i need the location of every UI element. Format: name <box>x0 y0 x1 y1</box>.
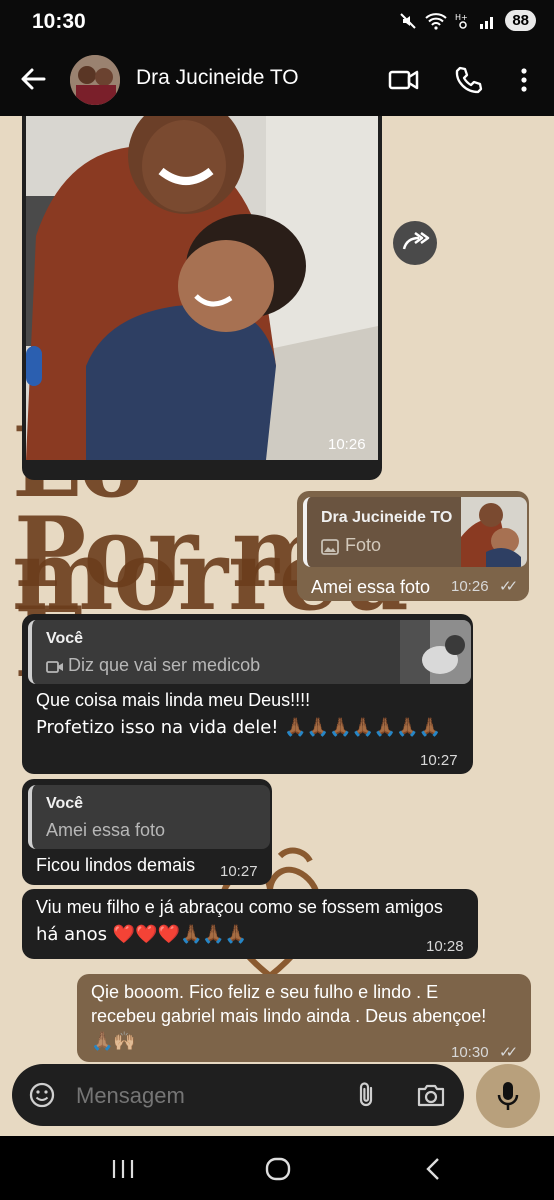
video-icon <box>46 661 63 673</box>
status-bar: 10:30 H+ 88 <box>0 0 554 46</box>
message-photo[interactable] <box>26 116 378 460</box>
forward-button[interactable] <box>393 221 437 265</box>
back-icon[interactable] <box>18 64 48 94</box>
system-back-icon[interactable] <box>422 1156 444 1182</box>
message-text: Profetizo isso na vida dele! 🙏🏾🙏🏾🙏🏾🙏🏾🙏🏾🙏… <box>36 717 442 738</box>
message-time: 10:28 <box>426 938 464 955</box>
avatar[interactable] <box>70 55 120 105</box>
chat-header: Dra Jucineide TO <box>0 46 554 116</box>
quote-text: Amei essa foto <box>46 820 166 840</box>
home-icon[interactable] <box>264 1156 292 1182</box>
quote-thumbnail <box>461 497 527 567</box>
mic-icon <box>497 1082 519 1110</box>
message-bubble-incoming[interactable]: Você Amei essa foto Ficou lindos demais … <box>22 779 272 885</box>
battery-badge: 88 <box>505 10 536 31</box>
quote-author: Dra Jucineide TO <box>321 509 453 526</box>
video-call-icon[interactable] <box>388 64 420 96</box>
quote-thumbnail <box>400 620 471 684</box>
message-text: Ficou lindos demais <box>36 855 196 875</box>
quoted-message[interactable]: Dra Jucineide TO Foto <box>303 497 527 567</box>
message-composer[interactable] <box>12 1064 464 1126</box>
message-input[interactable] <box>74 1079 338 1113</box>
message-time: 10:27 <box>420 752 458 769</box>
contact-name[interactable]: Dra Jucineide TO <box>136 66 299 90</box>
message-bubble-incoming[interactable]: Você Diz que vai ser medicob Que coisa m… <box>22 614 473 774</box>
message-text: há anos ❤️❤️❤️🙏🏾🙏🏾🙏🏾 <box>36 924 248 945</box>
signal-icon <box>480 16 494 29</box>
quote-author: Você <box>46 630 84 647</box>
wifi-icon <box>425 12 447 30</box>
message-bubble-incoming[interactable]: Viu meu filho e já abraçou como se fosse… <box>22 889 478 959</box>
quoted-message[interactable]: Você Diz que vai ser medicob <box>28 620 471 684</box>
message-text: recebeu gabriel mais lindo ainda . Deus … <box>91 1006 487 1026</box>
message-time: 10:26 <box>451 578 489 595</box>
more-icon[interactable] <box>508 64 540 96</box>
status-icons: H+ 88 <box>399 10 536 31</box>
message-bubble-outgoing[interactable]: Qie booom. Fico feliz e seu fulho e lind… <box>77 974 531 1062</box>
image-message[interactable]: 10:26 <box>22 116 382 480</box>
message-text: Que coisa mais linda meu Deus!!!! <box>36 690 311 710</box>
quoted-message[interactable]: Você Amei essa foto <box>28 785 270 849</box>
attach-icon[interactable] <box>354 1081 380 1109</box>
data-icon: H+ <box>455 13 468 29</box>
chat-area[interactable]: Lo morreu Por mi E 10:26 Dra Jucineide T… <box>0 116 554 1136</box>
quote-text: Diz que vai ser medicob <box>68 655 261 675</box>
message-text: 🙏🏽🙌🏼 <box>91 1031 136 1052</box>
message-text: Amei essa foto <box>311 577 431 597</box>
emoji-icon[interactable] <box>28 1081 56 1109</box>
message-time: 10:27 <box>220 863 258 880</box>
photo-icon <box>321 539 339 555</box>
message-text: Viu meu filho e já abraçou como se fosse… <box>36 897 443 917</box>
mic-button[interactable] <box>476 1064 540 1128</box>
read-ticks-icon: ✓✓ <box>499 578 518 595</box>
message-time: 10:26 <box>328 436 366 453</box>
message-time: 10:30 <box>451 1044 489 1061</box>
camera-icon[interactable] <box>416 1081 446 1109</box>
forward-icon <box>402 231 430 250</box>
system-nav-bar <box>0 1136 554 1200</box>
svg-text:H+: H+ <box>455 13 468 22</box>
message-bubble-outgoing[interactable]: Dra Jucineide TO Foto Amei essa foto 10:… <box>297 491 529 601</box>
quote-text: Foto <box>345 535 382 555</box>
read-ticks-icon: ✓✓ <box>499 1044 518 1061</box>
recents-icon[interactable] <box>110 1158 136 1180</box>
phone-icon[interactable] <box>452 64 484 96</box>
quote-author: Você <box>46 795 84 812</box>
mute-icon <box>400 12 417 29</box>
status-time: 10:30 <box>32 10 86 33</box>
